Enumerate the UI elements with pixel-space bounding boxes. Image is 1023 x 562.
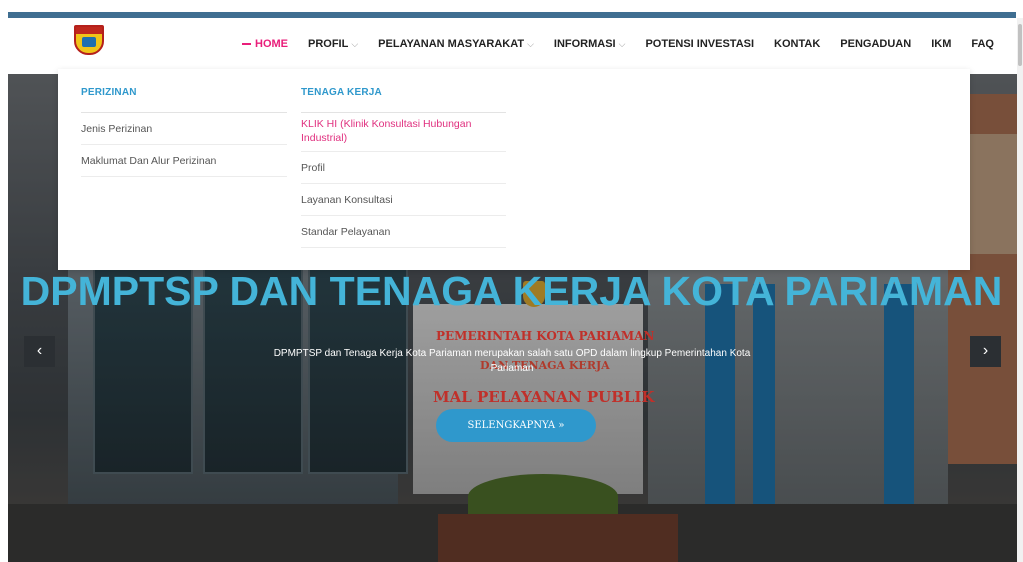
nav-item-label: PENGADUAN — [840, 38, 912, 50]
menu-column-tenaga-kerja: TENAGA KERJA KLIK HI (Klinik Konsultasi … — [301, 87, 506, 248]
nav-item-label: FAQ — [971, 38, 994, 50]
logo-band — [76, 27, 102, 34]
read-more-button[interactable]: SELENGKAPNYA » — [436, 409, 596, 442]
nav-item-pengaduan[interactable]: PENGADUAN — [840, 38, 911, 50]
nav-item-label: PELAYANAN MASYARAKAT — [378, 38, 525, 50]
nav-item-potensi-investasi[interactable]: POTENSI INVESTASI — [645, 38, 754, 50]
sign-text: PEMERINTAH KOTA PARIAMAN — [436, 329, 655, 343]
nav-item-informasi[interactable]: INFORMASI ⌵ — [554, 38, 626, 50]
menu-item[interactable]: Profil — [301, 152, 506, 184]
dropdown-mega-menu: PERIZINAN Jenis Perizinan Maklumat Dan A… — [58, 69, 970, 270]
slider-prev-button[interactable]: ‹ — [24, 336, 55, 367]
site-header: HOME PROFIL ⌵ PELAYANAN MASYARAKAT ⌵ INF… — [0, 18, 1023, 74]
nav-item-faq[interactable]: FAQ — [971, 38, 994, 50]
chevron-down-icon: ⌵ — [527, 38, 534, 49]
menu-item[interactable]: KLIK HI (Klinik Konsultasi Hubungan Indu… — [301, 113, 506, 152]
chevron-right-icon: › — [982, 342, 989, 359]
slider-next-button[interactable]: › — [970, 336, 1001, 367]
chevron-down-icon: ⌵ — [618, 38, 626, 49]
logo-emblem — [82, 37, 96, 47]
sign-text: MAL PELAYANAN PUBLIK — [433, 388, 655, 406]
nav-item-kontak[interactable]: KONTAK — [774, 38, 820, 50]
menu-item[interactable]: Standar Pelayanan — [301, 216, 506, 248]
nav-item-label: PROFIL — [308, 38, 349, 50]
active-indicator — [242, 43, 251, 45]
nav-item-label: POTENSI INVESTASI — [645, 38, 755, 50]
nav-item-label: KONTAK — [774, 38, 821, 50]
chevron-left-icon: ‹ — [36, 342, 43, 359]
nav-item-label: IKM — [931, 38, 952, 50]
nav-item-pelayanan-masyarakat[interactable]: PELAYANAN MASYARAKAT ⌵ — [378, 38, 534, 50]
nav-item-home[interactable]: HOME — [242, 38, 288, 50]
menu-column-heading: TENAGA KERJA — [301, 87, 506, 113]
site-logo[interactable] — [74, 25, 104, 55]
menu-item[interactable]: Maklumat Dan Alur Perizinan — [81, 145, 287, 177]
chevron-down-icon: ⌵ — [351, 38, 359, 49]
menu-item[interactable]: Layanan Konsultasi — [301, 184, 506, 216]
main-nav: HOME PROFIL ⌵ PELAYANAN MASYARAKAT ⌵ INF… — [242, 38, 994, 50]
nav-item-ikm[interactable]: IKM — [931, 38, 951, 50]
menu-column-heading: PERIZINAN — [81, 87, 287, 113]
hero-title: DPMPTSP DAN TENAGA KERJA KOTA PARIAMAN — [20, 268, 1003, 314]
nav-item-profil[interactable]: PROFIL ⌵ — [308, 38, 358, 50]
menu-column-perizinan: PERIZINAN Jenis Perizinan Maklumat Dan A… — [81, 87, 287, 177]
scrollbar-thumb[interactable] — [1018, 24, 1022, 66]
page: HOME PROFIL ⌵ PELAYANAN MASYARAKAT ⌵ INF… — [0, 0, 1023, 562]
nav-item-label: HOME — [255, 38, 288, 50]
menu-item[interactable]: Jenis Perizinan — [81, 113, 287, 145]
hero-caption: DPMPTSP dan Tenaga Kerja Kota Pariaman m… — [273, 348, 751, 374]
nav-item-label: INFORMASI — [553, 38, 616, 50]
